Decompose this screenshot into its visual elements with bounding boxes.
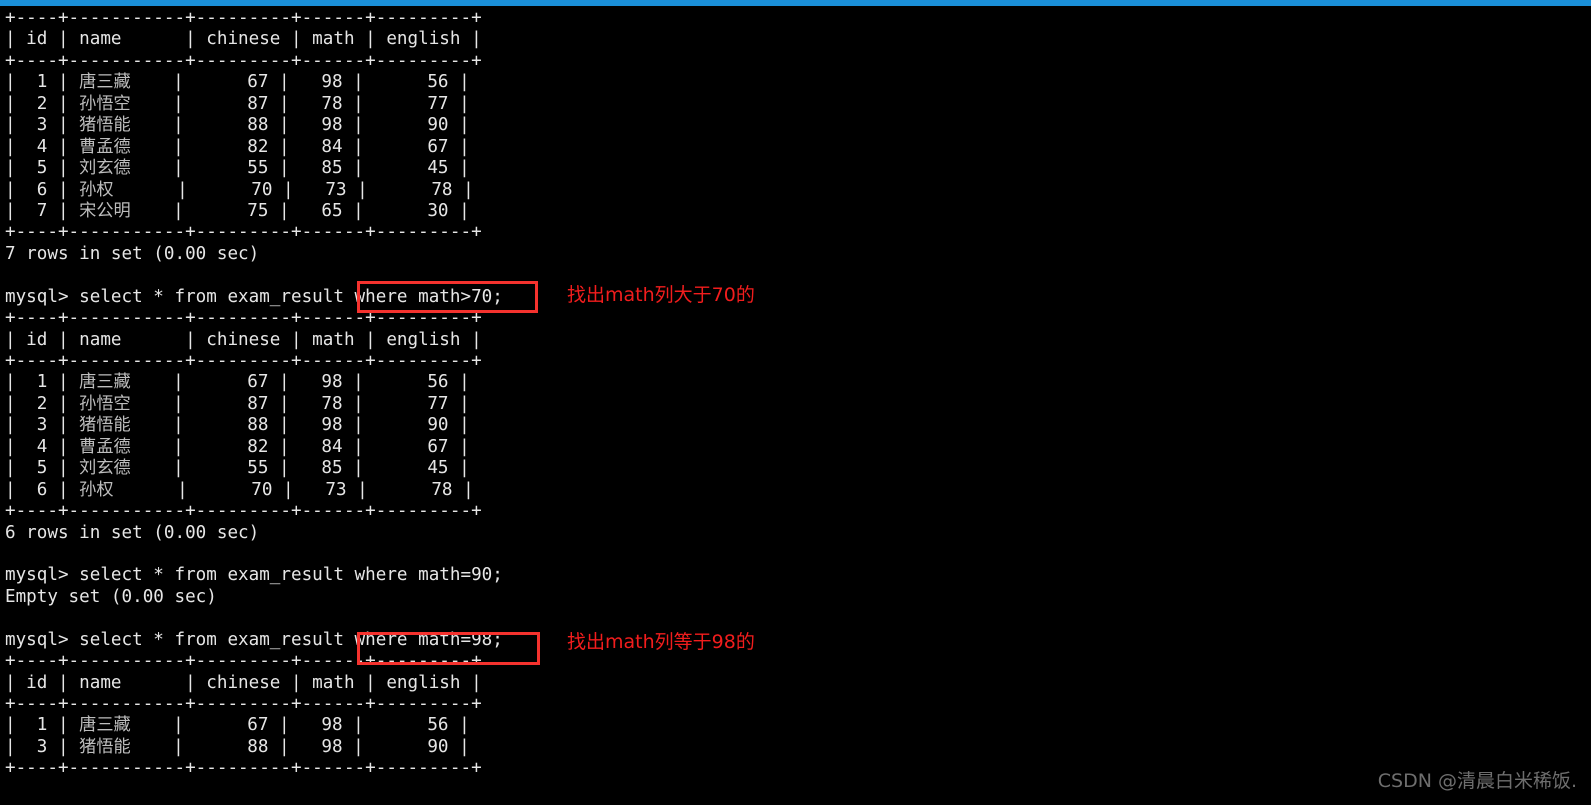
terminal-line: +----+-----------+---------+------+-----…: [5, 50, 482, 71]
terminal-line: +----+-----------+---------+------+-----…: [5, 694, 482, 714]
cjk-run: 唐三藏: [79, 72, 131, 93]
terminal-line: 6 rows in set (0.00 sec): [5, 522, 260, 543]
terminal-line: | 1 | 唐三藏 | 67 | 98 | 56 |: [5, 372, 470, 393]
terminal-line: | id | name | chinese | math | english |: [5, 29, 482, 50]
cjk-run: 猪悟能: [79, 736, 131, 757]
terminal-line: | id | name | chinese | math | english |: [5, 329, 482, 350]
terminal-output: +----+-----------+---------+------+-----…: [5, 8, 1005, 780]
cjk-run: 宋公明: [79, 200, 131, 221]
cjk-run: 猪悟能: [79, 415, 131, 436]
terminal-line: | 6 | 孙权 | 70 | 73 | 78 |: [5, 479, 474, 500]
terminal-line: | 1 | 唐三藏 | 67 | 98 | 56 |: [5, 72, 470, 93]
cjk-run: 孙权: [79, 479, 114, 500]
top-blue-bar: [0, 0, 1591, 6]
cjk-run: 孙权: [79, 179, 114, 200]
cjk-run: 唐三藏: [79, 715, 131, 736]
terminal-line: | 2 | 孙悟空 | 87 | 78 | 77 |: [5, 393, 470, 414]
annotation-math-greater-than-70: 找出math列大于70的: [567, 284, 755, 306]
terminal-line: | 4 | 曹孟德 | 82 | 84 | 67 |: [5, 436, 470, 457]
terminal-line: +----+-----------+---------+------+-----…: [5, 308, 482, 329]
cjk-run: 孙悟空: [79, 93, 131, 114]
terminal-line: +----+-----------+---------+------+-----…: [5, 8, 482, 28]
csdn-watermark: CSDN @清晨白米稀饭.: [1377, 770, 1577, 792]
terminal-line: | 3 | 猪悟能 | 88 | 98 | 90 |: [5, 415, 470, 436]
terminal-line: +----+-----------+---------+------+-----…: [5, 758, 482, 779]
annotation-math-equals-98: 找出math列等于98的: [567, 631, 755, 653]
cjk-run: 猪悟能: [79, 115, 131, 136]
terminal-line: +----+-----------+---------+------+-----…: [5, 222, 482, 243]
terminal-line: | 7 | 宋公明 | 75 | 65 | 30 |: [5, 200, 470, 221]
terminal-line: | id | name | chinese | math | english |: [5, 672, 482, 693]
cjk-run: 曹孟德: [79, 436, 131, 457]
terminal-line: | 3 | 猪悟能 | 88 | 98 | 90 |: [5, 736, 470, 757]
terminal-line: | 1 | 唐三藏 | 67 | 98 | 56 |: [5, 715, 470, 736]
terminal-line: +----+-----------+---------+------+-----…: [5, 351, 482, 371]
terminal-line: mysql> select * from exam_result where m…: [5, 286, 503, 307]
terminal-line: | 2 | 孙悟空 | 87 | 78 | 77 |: [5, 93, 470, 114]
terminal-line: +----+-----------+---------+------+-----…: [5, 501, 482, 522]
terminal-line: | 6 | 孙权 | 70 | 73 | 78 |: [5, 179, 474, 200]
terminal-line: | 3 | 猪悟能 | 88 | 98 | 90 |: [5, 115, 470, 136]
terminal-line: | 4 | 曹孟德 | 82 | 84 | 67 |: [5, 136, 470, 157]
terminal-line: | 5 | 刘玄德 | 55 | 85 | 45 |: [5, 158, 470, 179]
terminal-line: 7 rows in set (0.00 sec): [5, 243, 260, 264]
terminal-line: | 5 | 刘玄德 | 55 | 85 | 45 |: [5, 458, 470, 479]
terminal-line: +----+-----------+---------+------+-----…: [5, 651, 482, 672]
cjk-run: 刘玄德: [79, 458, 131, 479]
cjk-run: 曹孟德: [79, 136, 131, 157]
cjk-run: 唐三藏: [79, 372, 131, 393]
terminal-line: Empty set (0.00 sec): [5, 586, 217, 607]
cjk-run: 孙悟空: [79, 393, 131, 414]
cjk-run: 刘玄德: [79, 158, 131, 179]
terminal-line: mysql> select * from exam_result where m…: [5, 629, 503, 650]
terminal-line: mysql> select * from exam_result where m…: [5, 565, 503, 586]
